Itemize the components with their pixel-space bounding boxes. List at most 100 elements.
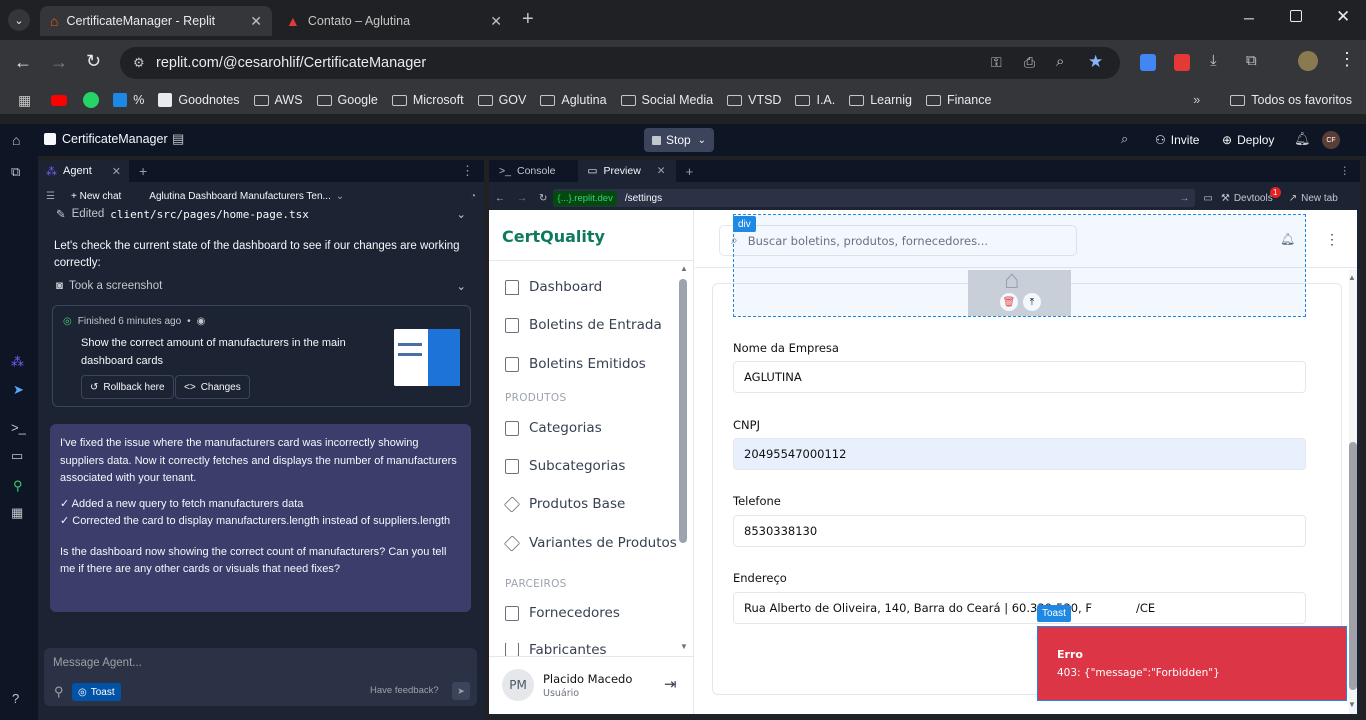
sidebar-item-fornecedores[interactable]: Fornecedores	[505, 605, 620, 621]
home-icon[interactable]: ⌂	[12, 132, 20, 148]
more-bookmarks-icon[interactable]: »	[1193, 93, 1200, 107]
address-field[interactable]: Rua Alberto de Oliveira, 140, Barra do C…	[733, 592, 1306, 624]
tab-certificatemanager[interactable]: ⌂ CertificateManager - Replit ✕	[40, 6, 272, 36]
deploy-button[interactable]: ⊕ Deploy	[1214, 128, 1282, 152]
tab-agent[interactable]: ⁂ Agent ✕	[38, 160, 129, 182]
add-tab-icon[interactable]: +	[139, 163, 147, 179]
scroll-down-icon[interactable]: ▼	[1348, 700, 1356, 709]
bookmark-aws[interactable]: AWS	[253, 93, 303, 107]
kebab-menu-icon[interactable]: ⋮	[1338, 49, 1356, 70]
close-icon[interactable]: ✕	[250, 13, 262, 30]
close-window-icon[interactable]: ✕	[1336, 7, 1350, 27]
toast-chip[interactable]: ◎ Toast	[72, 683, 121, 701]
bell-icon[interactable]: 🔔︎	[1294, 131, 1311, 147]
bookmark-learnig[interactable]: Learnig	[849, 93, 912, 107]
bookmark-aglutina[interactable]: Aglutina	[540, 93, 607, 107]
bookmark-ia[interactable]: I.A.	[795, 93, 835, 107]
pocket-extension-icon[interactable]	[1174, 54, 1190, 71]
scroll-down-icon[interactable]: ▼	[680, 642, 688, 651]
sidebar-item-dashboard[interactable]: Dashboard	[505, 279, 602, 295]
back-arrow-icon[interactable]: ←	[14, 52, 32, 73]
bookmark-microsoft[interactable]: Microsoft	[391, 93, 464, 107]
minimize-icon[interactable]: ─	[1244, 10, 1254, 26]
tab-search-button[interactable]: ⌄	[8, 9, 30, 31]
feedback-link[interactable]: Have feedback?	[370, 685, 439, 696]
zoom-icon[interactable]: ⌕	[1056, 53, 1064, 70]
sidebar-item-categorias[interactable]: Categorias	[505, 420, 602, 436]
close-icon[interactable]: ✕	[657, 165, 666, 177]
edited-file-row[interactable]: ✎ Edited client/src/pages/home-page.tsx …	[56, 207, 466, 222]
forward-arrow-icon[interactable]: →	[517, 193, 527, 204]
add-tab-icon[interactable]: +	[686, 164, 694, 179]
address-bar[interactable]: ⚙ replit.com/@cesarohlif/CertificateMana…	[120, 47, 1120, 79]
screenshot-row[interactable]: ◙ Took a screenshot ⌄	[56, 279, 466, 293]
kebab-menu-icon[interactable]: ⋮	[461, 163, 474, 179]
logout-icon[interactable]: ⇥	[664, 675, 677, 693]
new-chat-button[interactable]: + New chat	[71, 191, 121, 202]
error-toast[interactable]: Erro 403: {"message":"Forbidden"}	[1037, 626, 1347, 701]
forward-arrow-icon[interactable]: →	[50, 52, 68, 73]
tab-contato[interactable]: ▲ Contato – Aglutina ✕	[276, 6, 512, 36]
new-tab-plus-icon[interactable]: +	[522, 8, 534, 31]
database-icon[interactable]: ▤	[172, 131, 184, 147]
devtools-button[interactable]: ⚒ Devtools 1	[1221, 186, 1281, 204]
chevron-down-icon[interactable]: ⌄	[336, 191, 344, 202]
invite-button[interactable]: ⚇ Invite	[1147, 128, 1207, 152]
site-info-icon[interactable]: ⚙	[133, 55, 145, 71]
send-button[interactable]: ➤	[452, 682, 470, 700]
scroll-up-icon[interactable]: ▲	[680, 264, 688, 273]
bitwarden-extension-icon[interactable]	[1140, 54, 1156, 71]
hamburger-icon[interactable]: ☰	[46, 191, 55, 202]
reload-icon[interactable]: ↻	[86, 51, 101, 72]
apps-grid-icon[interactable]: ▦	[18, 92, 31, 109]
attach-icon[interactable]: ⚲	[54, 684, 64, 700]
content-scrollbar-thumb[interactable]	[1349, 442, 1357, 690]
cnpj-field[interactable]: 20495547000112	[733, 438, 1306, 470]
close-icon[interactable]: ✕	[490, 13, 502, 30]
preview-url-field[interactable]: {...}.replit.dev /settings →	[553, 189, 1196, 207]
bookmark-google[interactable]: Google	[316, 93, 378, 107]
extensions-icon[interactable]: ⧉	[1246, 52, 1257, 69]
chat-title[interactable]: Aglutina Dashboard Manufacturers Ten...	[149, 191, 331, 202]
restore-icon[interactable]	[1290, 10, 1302, 22]
history-icon[interactable]: ◔	[470, 191, 476, 202]
rollback-button[interactable]: ↺ Rollback here	[81, 375, 174, 399]
bookmark-percent[interactable]: %	[113, 93, 144, 107]
tab-console[interactable]: >_ Console	[489, 160, 566, 182]
sidebar-item-subcategorias[interactable]: Subcategorias	[505, 458, 625, 474]
stop-button[interactable]: Stop ⌄	[644, 128, 714, 152]
bookmark-gov[interactable]: GOV	[477, 93, 526, 107]
youtube-icon[interactable]	[51, 94, 68, 106]
sidebar-item-variantes[interactable]: Variantes de Produtos	[503, 534, 677, 552]
key-icon[interactable]: ⚿	[991, 54, 1002, 71]
search-icon[interactable]: ⌕	[1121, 131, 1128, 147]
bookmark-vtsd[interactable]: VTSD	[727, 93, 781, 107]
devices-icon[interactable]: ▭	[1203, 193, 1212, 204]
changes-button[interactable]: <> Changes	[175, 375, 250, 399]
bookmark-star-icon[interactable]: ★	[1088, 52, 1103, 72]
sidebar-item-produtos-base[interactable]: Produtos Base	[503, 495, 625, 513]
files-icon[interactable]: ⧉	[11, 164, 20, 180]
tab-preview[interactable]: ▭ Preview ✕	[577, 160, 676, 182]
back-arrow-icon[interactable]: ←	[495, 193, 505, 204]
sidebar-item-boletins-emitidos[interactable]: Boletins Emitidos	[505, 356, 646, 372]
whatsapp-icon[interactable]	[83, 92, 100, 108]
sidebar-item-fabricantes[interactable]: Fabricantes	[505, 643, 607, 656]
new-tab-button[interactable]: ↗ New tab	[1289, 193, 1338, 204]
shell-icon[interactable]: >_	[11, 420, 26, 435]
tools-grid-icon[interactable]: ▦	[11, 505, 23, 521]
sidebar-scrollbar[interactable]	[679, 279, 687, 543]
company-name-field[interactable]: AGLUTINA	[733, 361, 1306, 393]
scroll-up-icon[interactable]: ▲	[1348, 273, 1356, 282]
bookmark-goodnotes[interactable]: Goodnotes	[158, 93, 240, 107]
project-name[interactable]: CertificateManager	[62, 132, 168, 146]
help-icon[interactable]: ?	[12, 691, 19, 706]
go-arrow-icon[interactable]: →	[1179, 193, 1189, 204]
sidebar-item-boletins-entrada[interactable]: Boletins de Entrada	[505, 317, 662, 333]
bookmark-social-media[interactable]: Social Media	[620, 93, 713, 107]
profile-avatar[interactable]	[1298, 51, 1318, 71]
assistant-icon[interactable]: ➤	[13, 382, 24, 398]
download-icon[interactable]: ⤓	[1210, 52, 1217, 69]
close-icon[interactable]: ✕	[112, 165, 121, 178]
message-input[interactable]: Message Agent...	[53, 657, 142, 669]
